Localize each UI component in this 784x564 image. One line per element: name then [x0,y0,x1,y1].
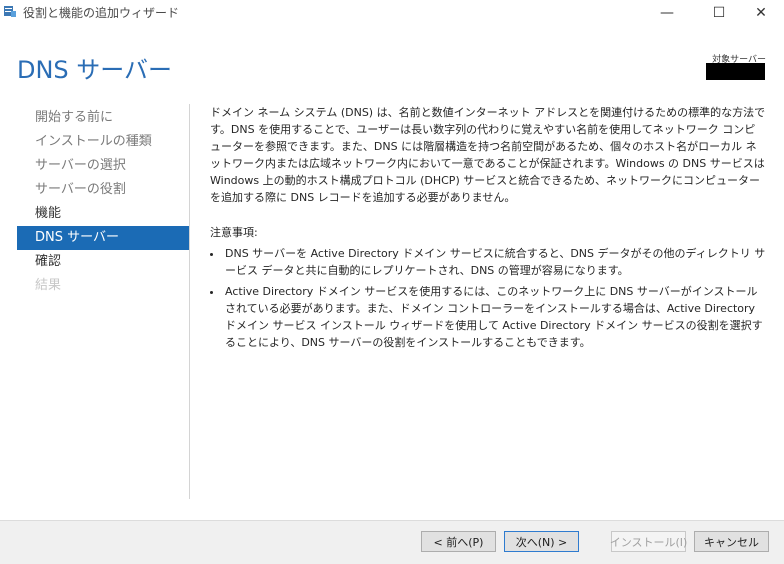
dns-description: ドメイン ネーム システム (DNS) は、名前と数値インターネット アドレスと… [210,106,766,204]
button-bar: < 前へ(P) 次へ(N) > インストール(I) キャンセル [0,520,784,564]
nav-item-confirmation[interactable]: 確認 [17,250,189,274]
target-server-name-redacted [706,63,765,80]
main-content: ドメイン ネーム システム (DNS) は、名前と数値インターネット アドレスと… [210,104,766,355]
wizard-steps-nav: 開始する前に インストールの種類 サーバーの選択 サーバーの役割 機能 DNS … [17,106,189,298]
nav-item-installation-type[interactable]: インストールの種類 [17,130,189,154]
notes-list: DNS サーバーを Active Directory ドメイン サービスに統合す… [210,245,766,351]
nav-item-features[interactable]: 機能 [17,202,189,226]
cancel-button[interactable]: キャンセル [694,531,769,552]
next-button[interactable]: 次へ(N) > [504,531,579,552]
nav-item-dns-server[interactable]: DNS サーバー [17,226,189,250]
previous-button[interactable]: < 前へ(P) [421,531,496,552]
nav-divider [189,104,190,499]
list-item: DNS サーバーを Active Directory ドメイン サービスに統合す… [223,245,766,279]
title-bar: 役割と機能の追加ウィザード — ☐ ✕ [0,0,784,26]
nav-item-server-roles[interactable]: サーバーの役割 [17,178,189,202]
list-item: Active Directory ドメイン サービスを使用するには、このネットワ… [223,283,766,351]
install-button: インストール(I) [610,531,687,552]
notes-heading: 注意事項: [210,226,258,239]
nav-item-server-selection[interactable]: サーバーの選択 [17,154,189,178]
page-title: DNS サーバー [17,56,173,84]
close-button[interactable]: ✕ [738,0,784,26]
window-title: 役割と機能の追加ウィザード [23,6,180,20]
server-manager-icon [4,6,16,17]
minimize-button[interactable]: — [644,0,690,26]
nav-item-before-you-begin[interactable]: 開始する前に [17,106,189,130]
maximize-button[interactable]: ☐ [696,0,742,26]
nav-item-results: 結果 [35,278,62,293]
